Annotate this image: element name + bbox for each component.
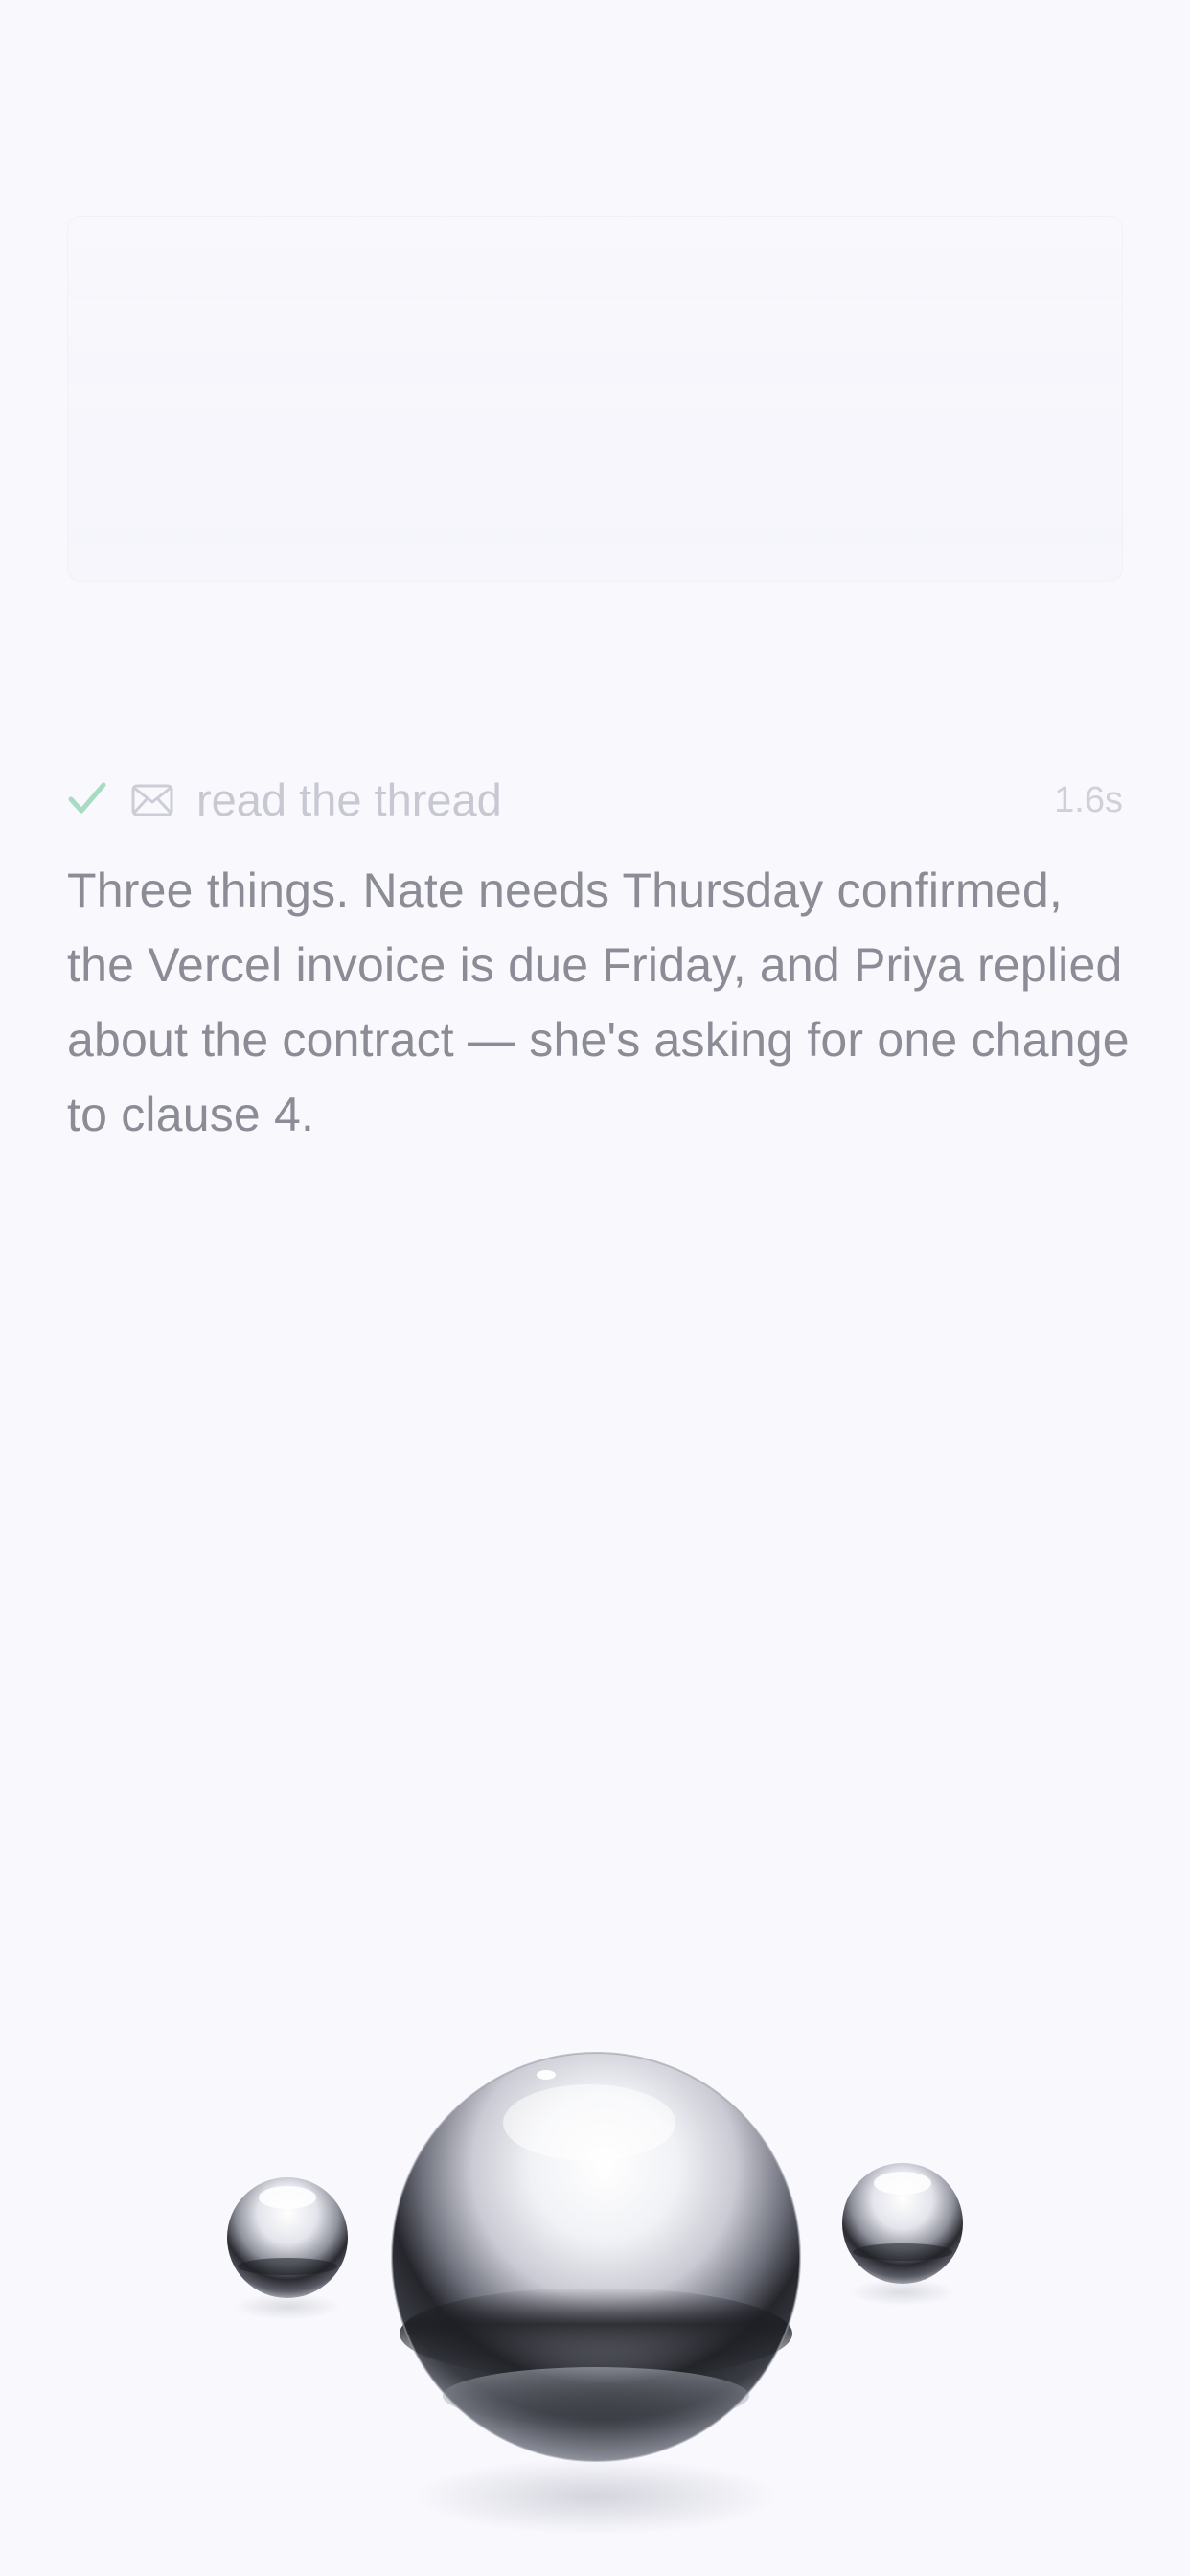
faded-message-card	[67, 216, 1123, 582]
small-orb-right[interactable]	[835, 2156, 970, 2319]
tool-call-label: read the thread	[196, 774, 502, 825]
small-orb-left[interactable]	[220, 2171, 355, 2334]
check-icon	[67, 779, 107, 819]
tool-call-row[interactable]: read the thread 1.6s	[67, 767, 1123, 834]
main-orb[interactable]	[383, 2046, 805, 2544]
mail-icon	[130, 782, 174, 818]
assistant-reply-text: Three things. Nate needs Thursday confir…	[67, 863, 1130, 1141]
tool-call-duration: 1.6s	[1054, 780, 1123, 820]
